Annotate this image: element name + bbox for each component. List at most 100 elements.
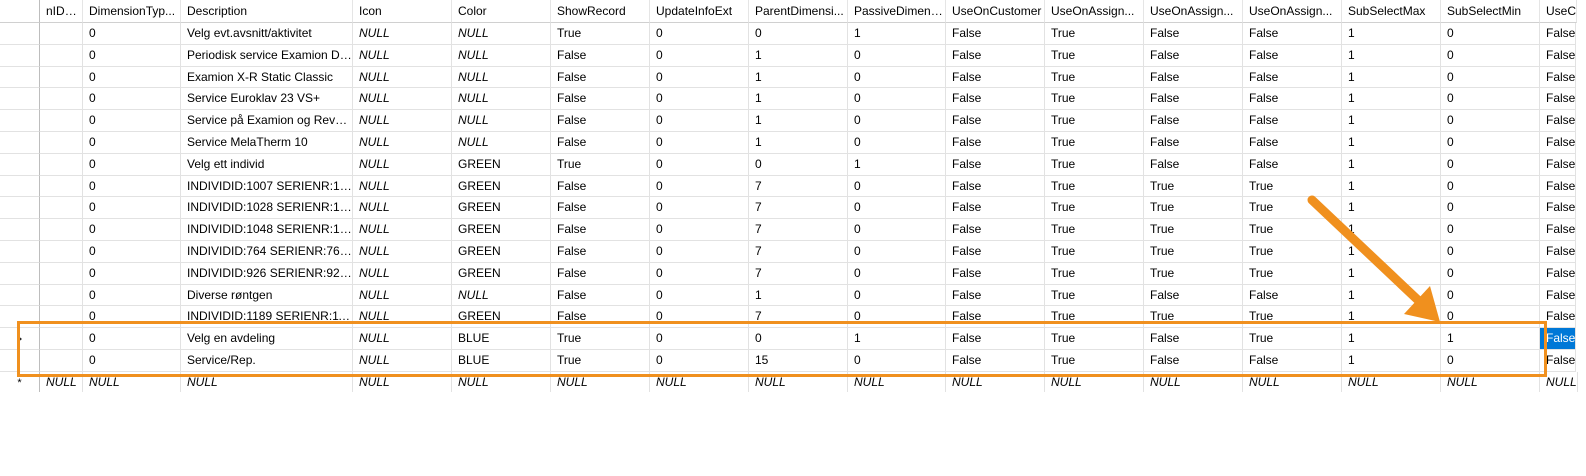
table-row[interactable]: 0 Service MelaTherm 10 NULL NULL False 0 1 0 Fal… xyxy=(0,132,1586,154)
grid-cell[interactable]: True xyxy=(1243,262,1342,285)
grid-cell[interactable]: 0 xyxy=(1441,132,1540,154)
column-header[interactable]: UseC xyxy=(1540,0,1578,23)
grid-cell[interactable]: False xyxy=(551,262,650,285)
grid-cell[interactable]: 0 xyxy=(749,328,848,350)
grid-cell[interactable]: 1 xyxy=(1342,132,1441,154)
grid-cell[interactable]: NULL xyxy=(452,132,551,154)
grid-cell[interactable]: INDIVIDID:1189 SERIENR:1189 ... xyxy=(181,306,353,329)
grid-cell[interactable]: 0 xyxy=(1441,23,1540,45)
row-selector[interactable] xyxy=(0,132,40,154)
grid-cell[interactable]: 0 xyxy=(83,23,181,45)
row-selector[interactable] xyxy=(0,197,40,220)
grid-cell[interactable] xyxy=(40,350,83,372)
grid-cell[interactable] xyxy=(40,197,83,220)
grid-cell[interactable]: GREEN xyxy=(452,153,551,176)
column-header[interactable]: Description xyxy=(181,0,353,23)
grid-cell[interactable]: 0 xyxy=(83,66,181,89)
grid-cell[interactable]: 1 xyxy=(1342,306,1441,329)
grid-cell[interactable]: GREEN xyxy=(452,241,551,263)
grid-cell[interactable]: True xyxy=(1045,241,1144,263)
grid-cell[interactable]: False xyxy=(1243,110,1342,132)
grid-cell[interactable]: 1 xyxy=(1342,44,1441,67)
table-row[interactable]: 0 Diverse røntgen NULL NULL False 0 1 0 False Tru… xyxy=(0,284,1586,307)
grid-cell[interactable]: NULL xyxy=(353,328,452,350)
new-row[interactable]: * NULL NULL NULL NULL NULL NULL NULL NULL NULL NUL… xyxy=(0,371,1586,392)
column-header[interactable]: UseOnCustomer xyxy=(946,0,1045,23)
grid-cell[interactable]: 0 xyxy=(650,197,749,220)
grid-cell[interactable]: True xyxy=(1144,219,1243,241)
grid-cell[interactable]: False xyxy=(946,175,1045,198)
grid-cell[interactable]: NULL xyxy=(1243,371,1342,392)
grid-cell[interactable]: False xyxy=(946,66,1045,89)
grid-cell[interactable]: False xyxy=(1243,44,1342,67)
grid-cell[interactable]: False xyxy=(946,44,1045,67)
grid-cell[interactable]: 0 xyxy=(83,241,181,263)
column-header[interactable]: UpdateInfoExt xyxy=(650,0,749,23)
grid-cell[interactable]: False xyxy=(1540,175,1577,198)
grid-cell[interactable] xyxy=(40,132,83,154)
column-header[interactable]: PassiveDimens... xyxy=(848,0,946,23)
grid-cell[interactable]: 0 xyxy=(83,306,181,329)
row-selector[interactable] xyxy=(0,306,40,329)
grid-cell[interactable]: INDIVIDID:764 SERIENR:764 RE... xyxy=(181,241,353,263)
row-selector[interactable] xyxy=(0,23,40,45)
row-selector[interactable] xyxy=(0,219,40,241)
grid-cell[interactable]: 0 xyxy=(83,44,181,67)
grid-cell[interactable]: True xyxy=(1045,284,1144,307)
grid-cell[interactable]: NULL xyxy=(353,175,452,198)
grid-cell[interactable]: Service MelaTherm 10 xyxy=(181,132,353,154)
grid-cell[interactable]: 0 xyxy=(848,350,946,372)
grid-cell[interactable]: NULL xyxy=(452,88,551,111)
grid-cell[interactable]: NULL xyxy=(353,153,452,176)
grid-cell[interactable]: False xyxy=(946,153,1045,176)
grid-cell[interactable]: False xyxy=(1540,262,1577,285)
grid-cell[interactable]: 0 xyxy=(749,23,848,45)
grid-cell[interactable]: 1 xyxy=(749,66,848,89)
grid-cell[interactable]: True xyxy=(1045,44,1144,67)
grid-cell[interactable]: False xyxy=(551,306,650,329)
grid-cell[interactable]: False xyxy=(551,110,650,132)
grid-cell[interactable]: 0 xyxy=(1441,241,1540,263)
grid-cell[interactable]: 0 xyxy=(1441,197,1540,220)
grid-cell[interactable]: NULL xyxy=(353,110,452,132)
grid-cell[interactable]: False xyxy=(946,306,1045,329)
grid-cell[interactable]: True xyxy=(1243,219,1342,241)
grid-cell[interactable]: 0 xyxy=(650,110,749,132)
grid-cell[interactable]: True xyxy=(1045,175,1144,198)
grid-cell[interactable]: 0 xyxy=(1441,284,1540,307)
grid-cell[interactable]: INDIVIDID:1048 SERIENR:1048 ... xyxy=(181,219,353,241)
row-selector[interactable] xyxy=(0,328,40,350)
grid-cell[interactable]: Service Euroklav 23 VS+ xyxy=(181,88,353,111)
grid-cell[interactable] xyxy=(40,328,83,350)
grid-cell[interactable]: False xyxy=(551,219,650,241)
row-selector[interactable]: * xyxy=(0,371,40,392)
grid-cell[interactable]: True xyxy=(1144,241,1243,263)
grid-cell[interactable]: False xyxy=(1540,132,1577,154)
row-selector[interactable] xyxy=(0,175,40,198)
grid-cell[interactable]: True xyxy=(1144,197,1243,220)
grid-cell[interactable]: 0 xyxy=(1441,88,1540,111)
grid-cell[interactable]: False xyxy=(1144,23,1243,45)
grid-cell[interactable]: True xyxy=(1045,110,1144,132)
grid-cell[interactable]: Diverse røntgen xyxy=(181,284,353,307)
grid-cell[interactable]: 0 xyxy=(650,88,749,111)
grid-cell[interactable] xyxy=(40,219,83,241)
grid-cell[interactable]: 0 xyxy=(1441,219,1540,241)
grid-cell[interactable]: 1 xyxy=(848,328,946,350)
grid-cell[interactable]: 0 xyxy=(83,284,181,307)
grid-cell[interactable]: False xyxy=(1540,306,1577,329)
grid-cell[interactable]: 0 xyxy=(848,110,946,132)
column-header[interactable]: DimensionTyp... xyxy=(83,0,181,23)
grid-cell[interactable]: NULL xyxy=(353,262,452,285)
results-grid[interactable]: nIDTe...DimensionTyp...DescriptionIconCo… xyxy=(0,0,1586,392)
grid-cell[interactable]: 1 xyxy=(1441,328,1540,350)
grid-cell[interactable]: False xyxy=(1540,66,1577,89)
grid-cell[interactable]: True xyxy=(1045,153,1144,176)
grid-cell[interactable]: 0 xyxy=(848,241,946,263)
column-header[interactable]: ParentDimensi... xyxy=(749,0,848,23)
grid-cell[interactable]: 0 xyxy=(650,175,749,198)
grid-cell[interactable]: NULL xyxy=(749,371,848,392)
grid-cell[interactable]: False xyxy=(946,110,1045,132)
grid-cell[interactable]: True xyxy=(1144,306,1243,329)
row-selector[interactable] xyxy=(0,110,40,132)
